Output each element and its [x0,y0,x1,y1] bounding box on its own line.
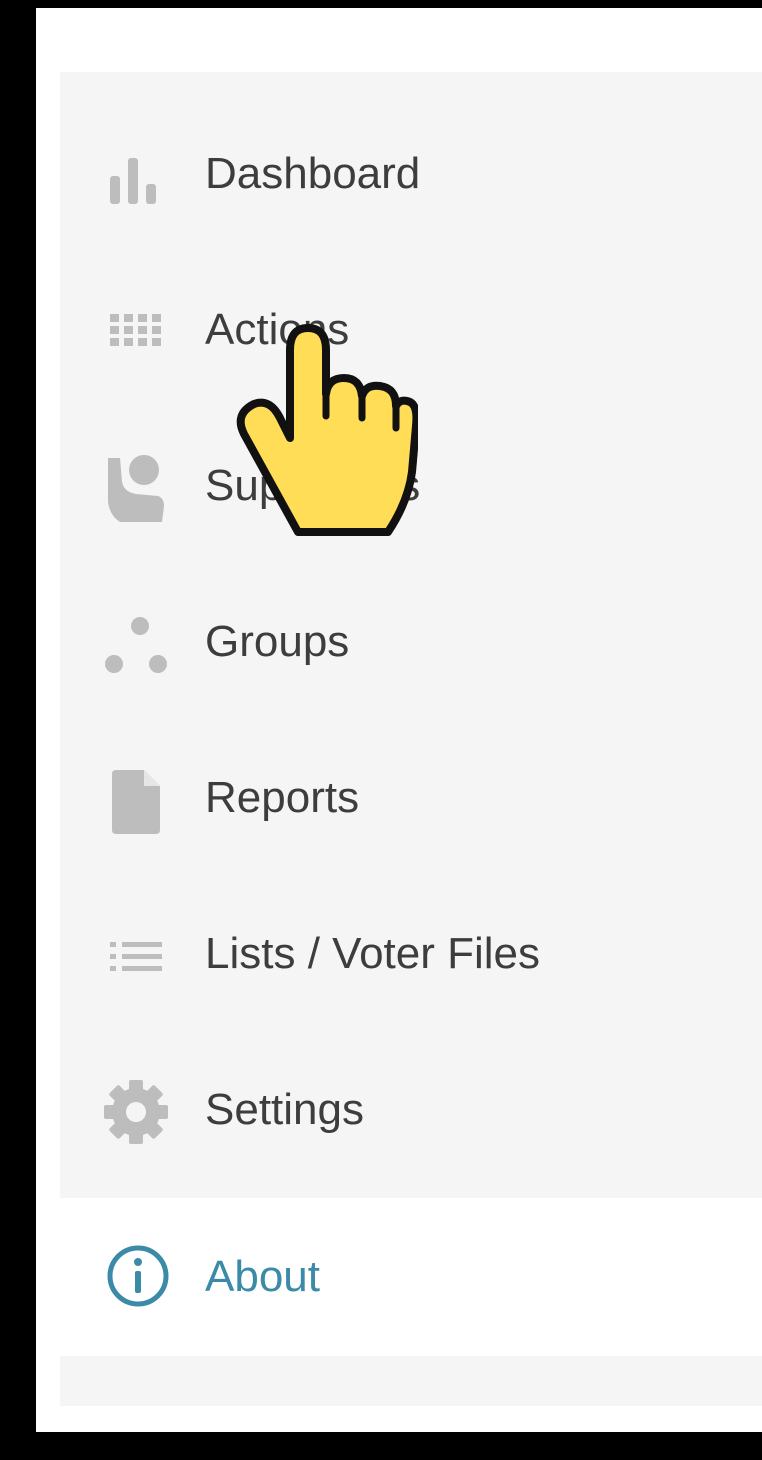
sidebar-item-dashboard[interactable]: Dashboard [60,96,762,252]
sidebar-footer-strip [60,1356,762,1406]
sidebar-item-actions[interactable]: Actions [60,252,762,408]
list-icon [102,914,172,994]
supporter-icon [102,446,172,526]
sidebar-item-label: Settings [205,1085,364,1134]
sidebar-item-label: Dashboard [205,149,421,198]
sidebar-item-label: Supporters [205,461,421,510]
sidebar-item-reports[interactable]: Reports [60,720,762,876]
document-icon [102,758,172,838]
sidebar-item-settings[interactable]: Settings [60,1032,762,1188]
sidebar-item-label: Actions [205,305,350,354]
sidebar-item-groups[interactable]: Groups [60,564,762,720]
sidebar-item-about[interactable]: About [60,1198,762,1356]
sidebar-nav: Dashboard Actions Supporters Groups Repo… [60,72,762,1198]
bar-chart-icon [102,134,172,214]
sidebar-item-label: Lists / Voter Files [205,929,541,978]
sidebar-item-supporters[interactable]: Supporters [60,408,762,564]
grid-icon [102,290,172,370]
gear-icon [102,1070,172,1150]
sidebar-item-label: Groups [205,617,350,666]
info-icon [102,1236,172,1316]
sidebar-item-label: About [205,1252,320,1301]
sidebar-item-lists-voter-files[interactable]: Lists / Voter Files [60,876,762,1032]
groups-dots-icon [102,602,172,682]
sidebar-item-label: Reports [205,773,360,822]
